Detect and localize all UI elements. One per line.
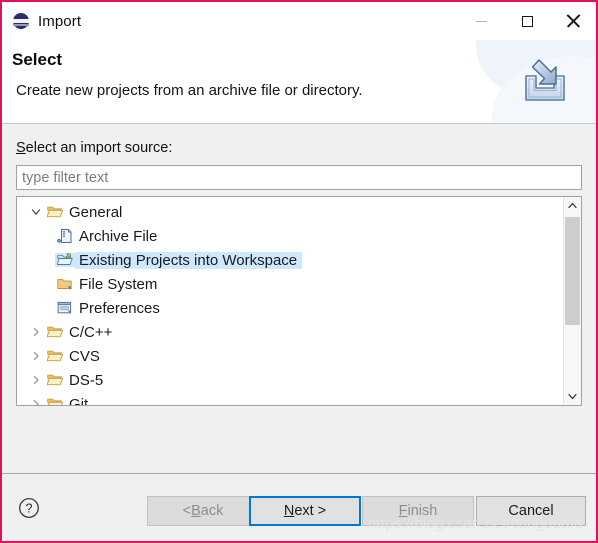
chevron-right-icon[interactable] [27,327,45,337]
close-icon[interactable] [550,2,596,40]
tree-item-general[interactable]: General [17,200,563,224]
tree-item-existing-projects-into-workspace[interactable]: Existing Projects into Workspace [17,248,563,272]
finish-button-suffix: inish [407,503,438,519]
tree-item-archive-file[interactable]: Archive File [17,224,563,248]
chevron-down-icon[interactable] [564,388,581,405]
window-title: Import [38,12,82,30]
tree-item-label: Existing Projects into Workspace [75,251,303,269]
window-controls [458,2,596,40]
page-description: Create new projects from an archive file… [16,82,363,99]
back-button-mnemonic: B [191,503,201,519]
maximize-icon[interactable] [504,2,550,40]
next-button-suffix: ext > [294,503,327,519]
tree-item-label: Preferences [79,299,160,317]
dialog-body: Select an import source: General [2,124,596,474]
chevron-down-icon[interactable] [27,207,45,217]
chevron-right-icon[interactable] [27,399,45,405]
chevron-right-icon[interactable] [27,351,45,361]
import-dialog: Import Select Create new projects from a… [0,0,598,543]
folder-open-icon [45,373,65,387]
import-source-label-mnemonic: S [16,140,26,156]
wizard-banner: Select Create new projects from an archi… [2,40,596,124]
dialog-footer: ? < Back Next > Finish Cancel [2,474,596,541]
back-button-suffix: ack [200,503,224,519]
folder-closed-icon [55,277,75,291]
tree-item-git[interactable]: Git [17,392,563,405]
scrollbar-thumb[interactable] [565,217,580,325]
archive-file-icon [55,228,75,244]
back-button[interactable]: < Back [147,496,259,526]
folder-open-icon [45,325,65,339]
chevron-right-icon[interactable] [27,375,45,385]
finish-button[interactable]: Finish [362,496,474,526]
next-button[interactable]: Next > [249,496,361,526]
minimize-icon[interactable] [458,2,504,40]
folder-open-icon [45,397,65,405]
tree-item-label: Archive File [79,227,158,245]
import-tray-icon [518,56,572,106]
finish-button-mnemonic: F [398,503,408,519]
tree-item-c-cpp[interactable]: C/C++ [17,320,563,344]
tree-item-preferences[interactable]: Preferences [17,296,563,320]
tree-item-cvs[interactable]: CVS [17,344,563,368]
title-bar: Import [2,2,596,40]
help-icon[interactable]: ? [18,497,40,519]
tree-item-label: CVS [69,347,100,365]
tree-item-label: C/C++ [69,323,113,341]
cancel-button-label: Cancel [508,503,554,519]
tree-item-label: File System [79,275,158,293]
tree-item-ds-5[interactable]: DS-5 [17,368,563,392]
tree-item-label: Git [69,395,89,406]
next-button-mnemonic: N [283,503,295,519]
projects-import-icon [55,253,75,267]
tree-item-label: General [69,203,123,221]
import-source-tree[interactable]: General Archive File Existing Projects i… [16,196,582,406]
preferences-icon [55,301,75,315]
cancel-button[interactable]: Cancel [476,496,586,526]
svg-text:?: ? [26,502,33,516]
tree-vertical-scrollbar[interactable] [563,197,581,405]
eclipse-globe-icon [12,12,29,30]
tree-item-label: DS-5 [69,371,104,389]
chevron-up-icon[interactable] [564,197,581,214]
tree-item-file-system[interactable]: File System [17,272,563,296]
tree-scroll-view: General Archive File Existing Projects i… [17,197,563,405]
import-source-label-rest: elect an import source: [25,140,173,156]
folder-open-icon [45,349,65,363]
folder-open-icon [45,205,65,219]
page-title: Select [12,50,63,69]
import-source-label: Select an import source: [16,140,172,156]
filter-input[interactable] [16,165,582,190]
back-button-prefix: < [182,503,192,519]
